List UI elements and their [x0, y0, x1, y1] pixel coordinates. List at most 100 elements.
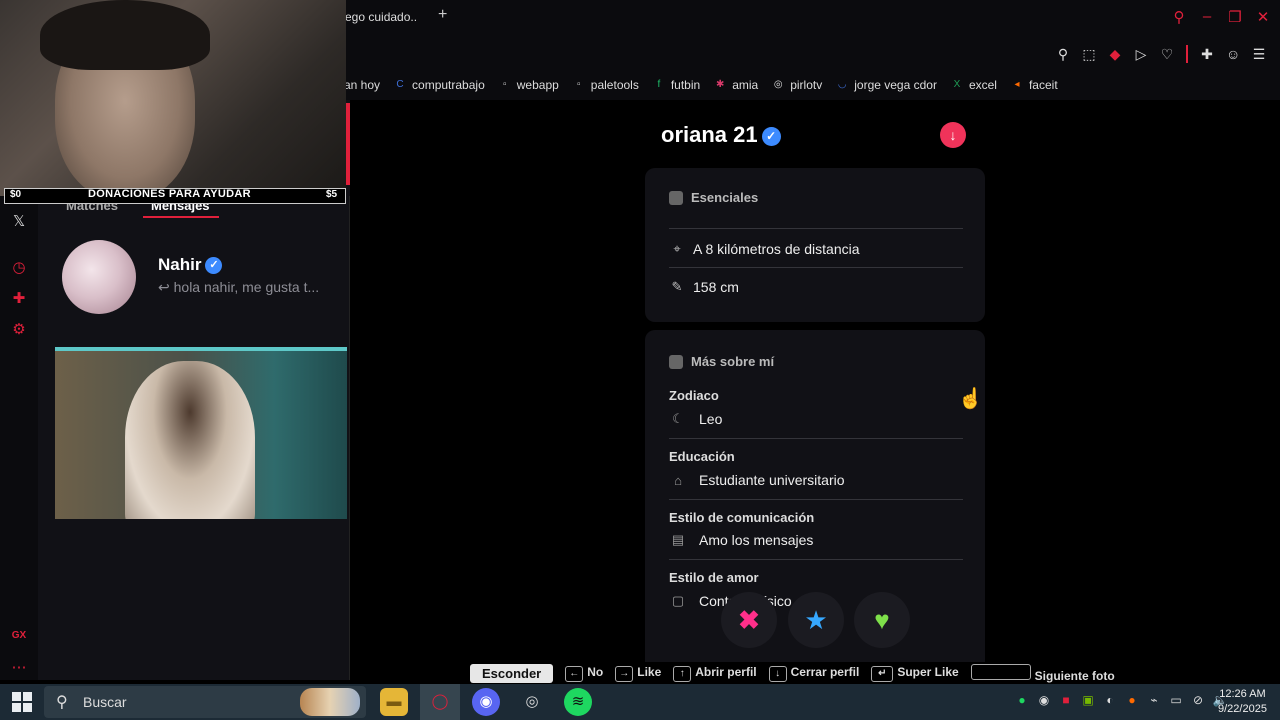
taskbar-clock[interactable]: 12:26 AM 9/22/2025	[1218, 687, 1267, 717]
vpn-tray-icon[interactable]: ⊘	[1190, 692, 1206, 708]
like-button[interactable]: ♥	[854, 592, 910, 648]
profile-header: oriana 21 ✓ ↓	[645, 102, 985, 164]
close-profile-button[interactable]: ↓	[940, 122, 966, 148]
pin-icon[interactable]: ⚲	[1056, 46, 1070, 63]
distance-row: ⌖ A 8 kilómetros de distancia	[669, 241, 963, 257]
settings-gear-icon[interactable]: ⚙	[10, 320, 28, 338]
nvidia-tray-icon[interactable]: ▣	[1080, 692, 1096, 708]
bookmark-item[interactable]: ◡ jorge vega cdor	[836, 78, 937, 92]
opera-gx-icon[interactable]: ◯	[426, 688, 454, 716]
space-key-icon	[970, 664, 1031, 680]
windows-start-icon[interactable]	[12, 692, 32, 712]
history-icon[interactable]: ◷	[10, 258, 28, 276]
gx-icon[interactable]: GX	[10, 630, 28, 641]
hide-hints-button[interactable]: Esconder	[470, 664, 554, 683]
toolbar-separator	[1186, 45, 1188, 63]
heart-icon[interactable]: ♡	[1160, 46, 1174, 63]
hint-open-profile: ↑ Abrir perfil	[673, 665, 757, 682]
play-icon[interactable]: ▷	[1134, 46, 1148, 63]
donation-right-amount: $5	[326, 189, 338, 200]
app-tray-icon[interactable]: ■	[1058, 692, 1074, 708]
education-label: Educación	[669, 449, 735, 464]
id-card-icon	[669, 190, 683, 205]
hint-no: ← No	[565, 665, 603, 682]
communication-value: ▤ Amo los mensajes	[669, 532, 814, 548]
tag-icon	[669, 354, 683, 369]
bookmark-label: jorge vega cdor	[854, 78, 937, 92]
network-tray-icon[interactable]: ▭	[1168, 692, 1184, 708]
account-icon[interactable]: ☺	[1226, 46, 1240, 62]
menu-icon[interactable]: ☰	[1252, 46, 1266, 63]
height-row: ✎ 158 cm	[669, 279, 963, 295]
donation-text: DONACIONES PARA AYUDAR	[88, 188, 251, 200]
bookmark-item[interactable]: Ccomputrabajo	[394, 78, 485, 92]
communication-label: Estilo de comunicación	[669, 510, 815, 525]
divider	[669, 267, 963, 268]
clock-time: 12:26 AM	[1219, 688, 1266, 700]
hint-next-photo: Siguiente foto	[970, 664, 1115, 683]
file-explorer-icon[interactable]: ▬	[380, 688, 408, 716]
x-icon[interactable]: 𝕏	[10, 212, 28, 230]
new-tab-button[interactable]: +	[438, 6, 447, 24]
hint-like: → Like	[615, 665, 661, 682]
bookmark-item[interactable]: an hoy	[344, 78, 380, 92]
video-preview[interactable]	[55, 347, 347, 519]
bookmark-label: amia	[732, 78, 759, 92]
pocket-icon[interactable]: ◆	[1108, 46, 1122, 63]
nope-button[interactable]: ✖	[721, 592, 777, 648]
message-name: Nahir ✓	[158, 255, 223, 275]
bookmark-item[interactable]: ✱ amia	[714, 78, 758, 92]
bookmark-favicon-icon: ◂	[1014, 79, 1020, 90]
more-icon[interactable]: ⋯	[10, 658, 28, 676]
donation-left-amount: $0	[10, 189, 22, 200]
bookmark-favicon-icon: ▫	[577, 79, 581, 90]
taskbar-search-label: Buscar	[83, 694, 127, 710]
bookmark-list: an hoy Ccomputrabajo ▫ webapp ▫ paletools f fut…	[344, 78, 1058, 92]
bookmark-item[interactable]: ▫ paletools	[573, 78, 639, 92]
chat-icon: ▤	[671, 532, 685, 547]
spotify-tray-icon[interactable]: ●	[1014, 692, 1030, 708]
bookmark-item[interactable]: Xexcel	[951, 78, 997, 92]
video-person-image	[125, 361, 255, 519]
bookmark-favicon-icon: f	[657, 79, 661, 90]
bookmark-label: computrabajo	[412, 78, 485, 92]
close-icon[interactable]: ✕	[1256, 8, 1270, 26]
usb-tray-icon[interactable]: ⌁	[1146, 692, 1162, 708]
snapshot-icon[interactable]: ⬚	[1082, 46, 1096, 63]
message-list-item[interactable]: Nahir ✓ ↩ hola nahir, me gusta t...	[50, 234, 346, 320]
profile-name: oriana 21 ✓	[661, 122, 781, 148]
minimize-icon[interactable]: –	[1200, 8, 1214, 26]
bookmark-label: excel	[968, 78, 997, 92]
verified-badge-icon: ✓	[205, 257, 223, 275]
browser-tab[interactable]: ego cuidado..	[345, 10, 417, 24]
search-icon[interactable]: ⚲	[1172, 8, 1186, 26]
obs-icon[interactable]: ◎	[518, 688, 546, 716]
bookmark-label: an hoy	[344, 78, 381, 92]
ruler-icon: ✎	[671, 279, 683, 294]
toolbar-icons: ⚲ ⬚ ◆ ▷ ♡ ✚ ☺ ☰	[1056, 45, 1266, 63]
extensions-icon[interactable]: ✚	[10, 289, 28, 307]
spotify-icon[interactable]: ≋	[564, 688, 592, 716]
arrow-up-key-icon: ↑	[673, 666, 692, 682]
bookmark-favicon-icon: ◡	[837, 79, 847, 90]
super-like-button[interactable]: ★	[788, 592, 844, 648]
bookmark-label: faceit	[1028, 78, 1058, 92]
divider	[669, 559, 963, 560]
bookmark-item[interactable]: ◂ faceit	[1011, 78, 1058, 92]
essentials-title: Esenciales	[669, 190, 758, 205]
extensions-icon[interactable]: ✚	[1200, 46, 1214, 63]
bookmark-label: pirlotv	[790, 78, 823, 92]
bookmark-favicon-icon: X	[953, 79, 961, 90]
avatar	[62, 240, 136, 314]
app-tray-icon-2[interactable]: ●	[1124, 692, 1140, 708]
bookmark-item[interactable]: f futbin	[653, 78, 700, 92]
discord-icon[interactable]: ◉	[472, 688, 500, 716]
zodiac-label: Zodiaco	[669, 388, 719, 403]
arrow-down-key-icon: ↓	[768, 666, 787, 682]
bookmark-item[interactable]: ◎ pirlotv	[772, 78, 822, 92]
steam-tray-icon[interactable]: ◐	[1102, 692, 1118, 708]
restore-icon[interactable]: ❐	[1228, 8, 1242, 26]
keyboard-hints: Esconder ← No → Like ↑ Abrir perfil ↓ Cerrar…	[470, 664, 1115, 683]
discord-tray-icon[interactable]: ◉	[1036, 692, 1052, 708]
bookmark-item[interactable]: ▫ webapp	[499, 78, 559, 92]
